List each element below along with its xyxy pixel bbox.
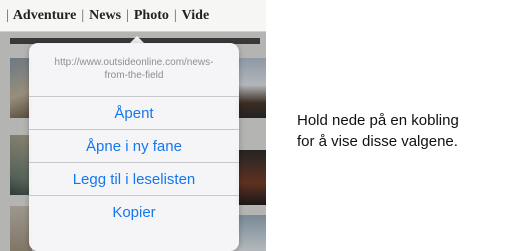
- nav-separator: |: [173, 7, 177, 23]
- caption-line-2: for å vise disse valgene.: [297, 133, 458, 150]
- nav-link-video[interactable]: Vide: [182, 8, 209, 24]
- site-navigation-bar: | Adventure | News | Photo | Vide: [0, 0, 266, 32]
- menu-item-add-to-reading-list[interactable]: Legg til i leselisten: [29, 162, 239, 195]
- menu-item-open-new-tab[interactable]: Åpne i ny fane: [29, 129, 239, 162]
- nav-link-news[interactable]: News: [89, 8, 121, 24]
- menu-item-copy[interactable]: Kopier: [29, 195, 239, 228]
- caption-line-1: Hold nede på en kobling: [297, 112, 459, 129]
- nav-separator: |: [6, 7, 9, 23]
- nav-separator: |: [81, 7, 85, 23]
- instruction-caption: Hold nede på en kobling for å vise disse…: [297, 110, 512, 152]
- nav-link-adventure[interactable]: Adventure: [13, 8, 77, 24]
- nav-separator: |: [126, 7, 129, 23]
- link-context-menu: http://www.outsideonline.com/news-from-t…: [29, 43, 239, 251]
- menu-item-open[interactable]: Åpent: [29, 96, 239, 129]
- ipad-screenshot: | Adventure | News | Photo | Vide http:/…: [0, 0, 266, 251]
- link-url-header: http://www.outsideonline.com/news-from-t…: [54, 57, 214, 81]
- popover-arrow: [130, 36, 144, 43]
- nav-link-photo[interactable]: Photo: [134, 8, 169, 24]
